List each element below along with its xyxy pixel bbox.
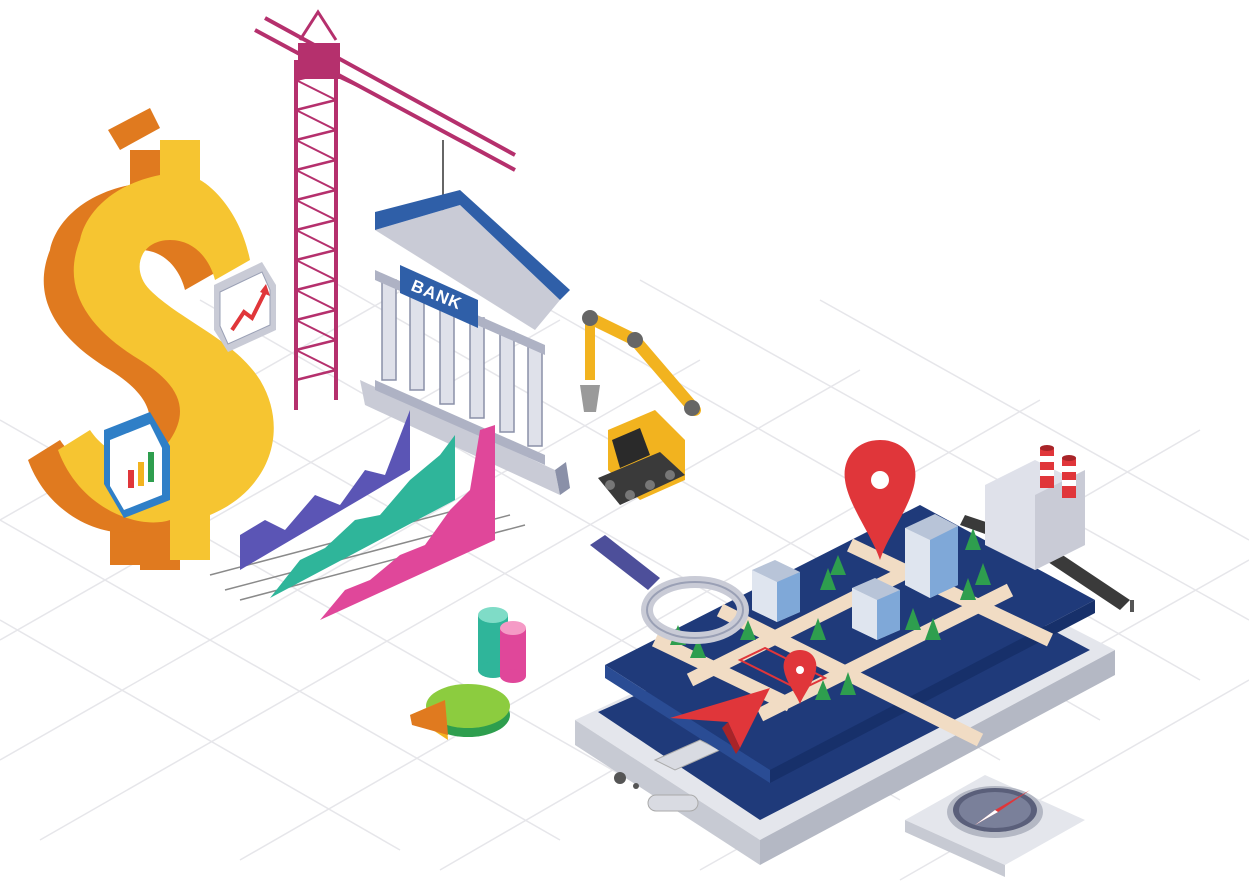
bank-building-icon: BANK: [360, 190, 570, 495]
map-building-2: [852, 578, 900, 640]
map-building-1: [752, 560, 800, 622]
pie-chart-icon: [410, 684, 510, 740]
excavator-icon: [580, 310, 701, 505]
map-building-3: [905, 514, 958, 598]
cylinder-chart-icon: [478, 607, 526, 683]
isometric-finance-map-illustration: BANK: [0, 9, 1249, 881]
